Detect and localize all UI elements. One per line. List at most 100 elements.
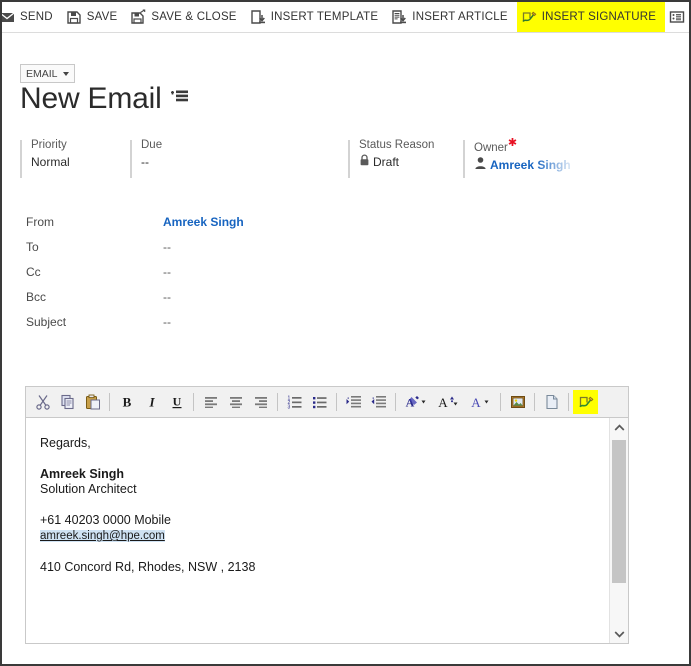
- signature-greeting-block: Regards,: [40, 436, 595, 451]
- mail-field-subject-value[interactable]: --: [163, 314, 171, 331]
- mail-field-to-label: To: [26, 240, 39, 254]
- person-icon: [474, 156, 487, 175]
- mail-field-subject-label: Subject: [26, 315, 67, 329]
- page-title: New Email: [20, 82, 162, 115]
- editor-vertical-scrollbar[interactable]: [609, 418, 628, 643]
- insert-signature-button-label: INSERT SIGNATURE: [541, 10, 657, 23]
- signature-email-row: amreek.singh@hpe.com: [40, 528, 595, 544]
- header-field-priority-label: Priority: [31, 139, 67, 151]
- toolbar-separator: [193, 393, 194, 411]
- entity-type-label: EMAIL: [26, 67, 58, 80]
- chevron-up-icon[interactable]: [610, 418, 628, 437]
- header-field-status-reason-value: Draft: [373, 155, 400, 169]
- chevron-down-icon[interactable]: [610, 624, 628, 643]
- form-button[interactable]: FORM: [665, 2, 689, 32]
- increase-indent-icon[interactable]: [341, 390, 366, 414]
- signature-contact-block: +61 40203 0000 Mobile amreek.singh@hpe.c…: [40, 513, 595, 544]
- header-field-owner-value-row: Amreek Singh: [474, 156, 603, 175]
- editor-content[interactable]: Regards, Amreek Singh Solution Architect…: [26, 418, 609, 643]
- header-field-owner-value[interactable]: Amreek Singh: [490, 158, 571, 172]
- mail-field-from: From Amreek Singh: [26, 214, 446, 239]
- mail-field-bcc-value[interactable]: --: [163, 289, 171, 306]
- insert-article-button[interactable]: INSERT ARTICLE: [387, 2, 516, 32]
- copy-icon[interactable]: [55, 390, 80, 414]
- floppy-disk-icon: [66, 9, 82, 25]
- mail-field-from-value[interactable]: Amreek Singh: [163, 214, 244, 231]
- header-field-status-reason[interactable]: Status Reason Draft: [348, 138, 463, 180]
- toolbar-separator: [568, 393, 569, 411]
- insert-article-button-label: INSERT ARTICLE: [412, 10, 508, 23]
- mail-field-cc-value[interactable]: --: [163, 264, 171, 281]
- align-right-icon[interactable]: [248, 390, 273, 414]
- toolbar-separator: [277, 393, 278, 411]
- insert-image-icon[interactable]: [505, 390, 530, 414]
- svg-text:A: A: [471, 395, 481, 410]
- mail-field-to: To --: [26, 239, 446, 264]
- mail-field-bcc-label: Bcc: [26, 290, 47, 304]
- header-fields-strip: Priority Normal Due -- Status Reason Dra…: [20, 138, 675, 180]
- bold-icon[interactable]: B: [114, 390, 139, 414]
- mail-field-to-value[interactable]: --: [163, 239, 171, 256]
- toolbar-separator: [500, 393, 501, 411]
- header-field-owner-label-row: Owner✱: [474, 138, 603, 156]
- editor-toolbar: B I U 1 2 3 A A A: [26, 387, 628, 418]
- toolbar-separator: [395, 393, 396, 411]
- signature-name: Amreek Singh: [40, 467, 125, 481]
- signature-job-title: Solution Architect: [40, 482, 137, 496]
- owner-value-clip: Amreek Singh: [490, 156, 572, 174]
- insert-signature-button[interactable]: INSERT SIGNATURE: [516, 2, 666, 32]
- form-selector-icon[interactable]: [170, 89, 189, 108]
- chevron-down-icon: [62, 71, 69, 76]
- signature-email[interactable]: amreek.singh@hpe.com: [40, 530, 165, 542]
- scrollbar-thumb[interactable]: [612, 440, 626, 583]
- mail-field-cc-label: Cc: [26, 265, 41, 279]
- text-highlight-icon[interactable]: A: [400, 390, 432, 414]
- mail-fields: From Amreek Singh To -- Cc -- Bcc -- Sub…: [26, 214, 446, 339]
- email-form-window: SEND SAVE SAVE & CLOSE INSERT TEMPLATE I…: [0, 0, 691, 666]
- insert-signature-icon[interactable]: [573, 390, 598, 414]
- header-field-priority-value: Normal: [31, 155, 70, 169]
- align-left-icon[interactable]: [198, 390, 223, 414]
- header-field-due[interactable]: Due --: [130, 138, 348, 180]
- header-field-owner[interactable]: Owner✱ Amreek Singh: [463, 138, 603, 180]
- signature-address: 410 Concord Rd, Rhodes, NSW , 2138: [40, 560, 256, 574]
- lock-icon: [359, 153, 370, 171]
- toolbar-separator: [109, 393, 110, 411]
- insert-template-button[interactable]: INSERT TEMPLATE: [246, 2, 388, 32]
- signature-phone: +61 40203 0000 Mobile: [40, 513, 172, 527]
- mail-field-cc: Cc --: [26, 264, 446, 289]
- insert-article-icon: [391, 9, 407, 25]
- signature-address-block: 410 Concord Rd, Rhodes, NSW , 2138: [40, 560, 595, 575]
- signature-greeting: Regards,: [40, 436, 91, 450]
- send-button[interactable]: SEND: [2, 2, 62, 32]
- mail-field-subject: Subject --: [26, 314, 446, 339]
- save-button[interactable]: SAVE: [62, 2, 127, 32]
- paste-icon[interactable]: [80, 390, 105, 414]
- envelope-icon: [2, 9, 15, 25]
- required-indicator: ✱: [507, 137, 518, 149]
- font-color-icon[interactable]: A: [464, 390, 496, 414]
- floppy-disk-close-icon: [130, 9, 146, 25]
- cut-icon[interactable]: [30, 390, 55, 414]
- align-center-icon[interactable]: [223, 390, 248, 414]
- svg-text:I: I: [148, 395, 155, 410]
- header-field-due-label: Due: [141, 139, 163, 151]
- decrease-indent-icon[interactable]: [366, 390, 391, 414]
- title-row: New Email: [20, 84, 189, 114]
- header-field-priority[interactable]: Priority Normal: [20, 138, 130, 180]
- bulleted-list-icon[interactable]: [307, 390, 332, 414]
- numbered-list-icon[interactable]: 1 2 3: [282, 390, 307, 414]
- form-icon: [669, 9, 685, 25]
- mail-field-from-label: From: [26, 215, 54, 229]
- font-size-icon[interactable]: A: [432, 390, 464, 414]
- insert-template-icon: [250, 9, 266, 25]
- italic-icon[interactable]: I: [139, 390, 164, 414]
- command-bar: SEND SAVE SAVE & CLOSE INSERT TEMPLATE I…: [2, 2, 689, 33]
- insert-file-icon[interactable]: [539, 390, 564, 414]
- scrollbar-track[interactable]: [610, 437, 628, 624]
- entity-type-selector[interactable]: EMAIL: [20, 64, 75, 83]
- save-and-close-button[interactable]: SAVE & CLOSE: [126, 2, 245, 32]
- toolbar-separator: [534, 393, 535, 411]
- underline-icon[interactable]: U: [164, 390, 189, 414]
- svg-text:B: B: [122, 395, 131, 410]
